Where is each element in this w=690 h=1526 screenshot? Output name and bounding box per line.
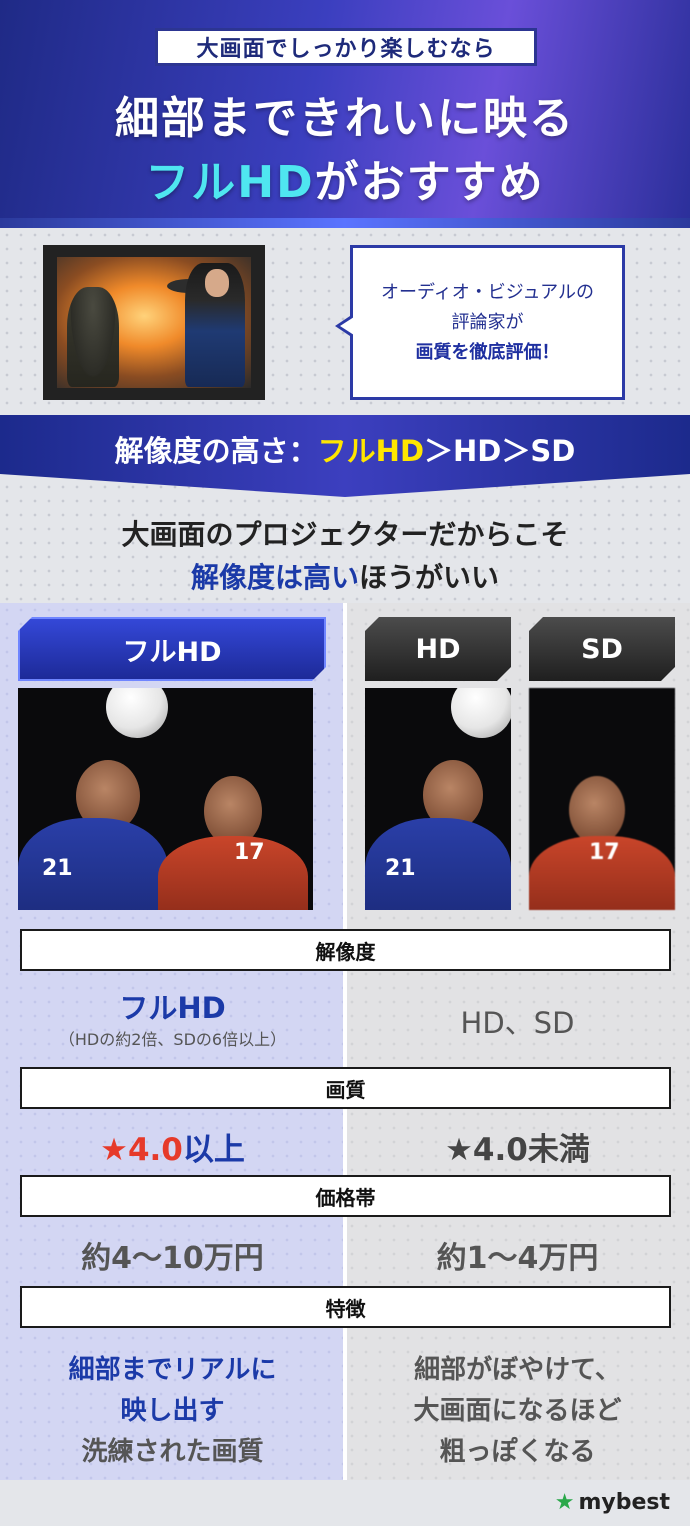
soccer-ball [451,688,511,738]
sd-sample-image: 17 [529,688,675,910]
full-hd-resolution-note: （HDの約2倍、SDの6倍以上） [58,1030,287,1049]
tab-full-hd: フルHD [18,617,326,681]
category-price: 価格帯 [20,1175,671,1217]
banner-rest: ＞HD＞SD [424,434,576,468]
blue-player-number: 21 [42,856,73,881]
hd-sd-resolution: HD、SD [460,1006,575,1040]
full-hd-feature-line3: 洗練された画質 [81,1437,264,1467]
subhead-line2: 解像度は高いほうがいい [0,556,690,596]
hd-sd-price: 約1〜4万円 [436,1241,599,1276]
hd-sd-quality: ★4.0未満 [445,1132,590,1168]
critic-face [205,269,229,297]
red-player-number: 17 [589,840,620,865]
full-hd-price: 約4〜10万円 [81,1241,264,1276]
blue-player-body [18,818,168,910]
star-logo-icon: ★ [554,1490,575,1515]
full-hd-quality-value: 4.0 [127,1132,183,1168]
hd-sd-feature-line2: 大画面になるほど [413,1396,622,1426]
header-highlight: フルHD [145,157,315,208]
full-hd-resolution: フルHD [119,991,226,1025]
red-player-number: 17 [234,840,265,865]
critic-speech-bubble: オーディオ・ビジュアルの 評論家が 画質を徹底評価！ [335,245,625,400]
soldier-figure [67,287,119,387]
header-tag: 大画面でしっかり楽しむなら [155,28,537,66]
subhead-highlight: 解像度は高い [190,561,359,594]
subhead-line1: 大画面のプロジェクターだからこそ [121,518,569,551]
projected-screen-image [57,257,251,388]
category-quality: 画質 [20,1067,671,1109]
tab-sd: SD [529,617,675,681]
red-player-body [158,836,308,910]
critic-line3: 画質を徹底評価！ [415,341,560,363]
hd-sd-feature-line1: 細部がぼやけて、 [414,1355,621,1385]
subhead-rest: ほうがいい [359,561,500,594]
header-banner: 大画面でしっかり楽しむなら 細部まできれいに映る フルHDがおすすめ [0,0,690,228]
category-resolution: 解像度 [20,929,671,971]
category-feature: 特徴 [20,1286,671,1328]
full-hd-sample-image: 21 17 [18,688,313,910]
critic-photo [43,245,265,400]
header-title-rest: がおすすめ [314,157,545,208]
header-title-line1: 細部まできれいに映る [115,93,575,144]
logo-text: mybest [578,1490,670,1515]
critic-line2: 評論家が [451,311,524,333]
hd-sd-feature-line3: 粗っぽくなる [439,1437,596,1467]
resolution-banner-text: 解像度の高さ：フルHD＞HD＞SD [0,428,690,470]
soccer-ball [106,688,168,738]
full-hd-quality-suffix: 以上 [182,1132,245,1168]
blue-player-number: 21 [385,856,416,881]
red-player-head [569,776,625,844]
star-icon: ★ [100,1132,128,1168]
banner-prefix: 解像度の高さ： [114,434,318,468]
full-hd-feature-line1: 細部までリアルに [68,1355,277,1385]
hd-sample-image: 21 [365,688,511,910]
full-hd-quality: ★4.0以上 [0,1124,345,1169]
critic-line1: オーディオ・ビジュアルの [381,281,594,303]
tab-hd: HD [365,617,511,681]
banner-highlight: フルHD [317,434,425,468]
header-title-line2: フルHDがおすすめ [0,146,690,210]
mybest-logo: ★ mybest [555,1490,670,1515]
full-hd-feature-line2: 映し出す [120,1396,225,1426]
